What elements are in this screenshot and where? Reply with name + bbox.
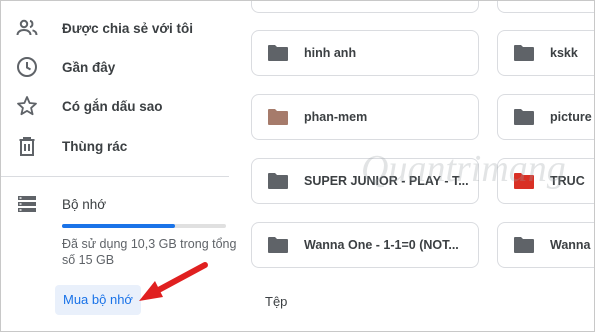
folder-grid: hinh anh kskk phan-mem picture SUPER JUN… — [241, 1, 594, 331]
storage-icon — [18, 196, 36, 212]
storage-label: Bộ nhớ — [62, 197, 107, 212]
sidebar-item-label: Thùng rác — [62, 139, 128, 154]
folder-name: Wanna — [550, 238, 591, 252]
folder-name: picture — [550, 110, 592, 124]
storage-usage-text: Đã sử dụng 10,3 GB trong tổng số 15 GB — [62, 237, 237, 267]
folder-tile-partial[interactable] — [497, 1, 594, 13]
folder-tile[interactable]: picture — [497, 94, 594, 140]
folder-tile-partial[interactable] — [251, 1, 479, 13]
star-icon — [17, 96, 37, 116]
shared-people-icon — [16, 19, 38, 36]
sidebar-item-label: Có gắn dấu sao — [62, 99, 163, 114]
buy-storage-button[interactable]: Mua bộ nhớ — [55, 285, 141, 315]
storage-usage-bar — [62, 224, 226, 228]
storage-usage-fill — [62, 224, 175, 228]
folder-tile[interactable]: phan-mem — [251, 94, 479, 140]
sidebar-item-recent[interactable]: Gần đây — [1, 49, 231, 85]
sidebar-divider — [1, 176, 229, 177]
sidebar-item-trash[interactable]: Thùng rác — [1, 128, 231, 164]
folder-icon — [268, 173, 288, 189]
folder-name: kskk — [550, 46, 578, 60]
folder-icon — [514, 45, 534, 61]
folder-tile[interactable]: Wanna — [497, 222, 594, 268]
files-section-title: Tệp — [265, 294, 288, 309]
sidebar-item-shared[interactable]: Được chia sẻ với tôi — [1, 10, 231, 46]
sidebar-item-starred[interactable]: Có gắn dấu sao — [1, 88, 231, 124]
sidebar-item-label: Được chia sẻ với tôi — [62, 21, 194, 36]
trash-icon — [19, 137, 35, 156]
folder-icon — [514, 109, 534, 125]
sidebar: Được chia sẻ với tôi Gần đây Có gắn dấu … — [1, 1, 241, 331]
sidebar-item-label: Gần đây — [62, 60, 116, 75]
folder-name: TRUC — [550, 174, 585, 188]
folder-tile[interactable]: Wanna One - 1-1=0 (NOT... — [251, 222, 479, 268]
folder-icon — [268, 45, 288, 61]
folder-name: phan-mem — [304, 110, 368, 124]
folder-icon — [514, 173, 534, 189]
folder-icon — [514, 237, 534, 253]
folder-tile[interactable]: SUPER JUNIOR - PLAY - T... — [251, 158, 479, 204]
folder-tile[interactable]: hinh anh — [251, 30, 479, 76]
folder-tile[interactable]: TRUC — [497, 158, 594, 204]
folder-tile[interactable]: kskk — [497, 30, 594, 76]
folder-icon — [268, 109, 288, 125]
folder-name: hinh anh — [304, 46, 357, 60]
folder-icon — [268, 237, 288, 253]
sidebar-item-storage[interactable]: Bộ nhớ — [1, 186, 231, 222]
folder-name: SUPER JUNIOR - PLAY - T... — [304, 174, 469, 188]
folder-name: Wanna One - 1-1=0 (NOT... — [304, 238, 459, 252]
drive-window: Được chia sẻ với tôi Gần đây Có gắn dấu … — [0, 0, 595, 332]
clock-icon — [17, 57, 37, 77]
